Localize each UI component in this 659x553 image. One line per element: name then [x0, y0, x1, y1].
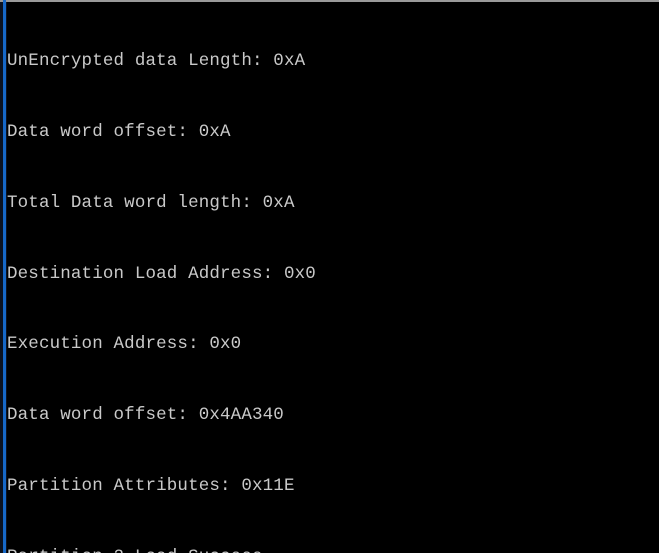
console-line: Partition Attributes: 0x11E: [7, 475, 295, 496]
console-line: Execution Address: 0x0: [7, 334, 242, 355]
terminal-scroll-accent-bar[interactable]: [3, 0, 6, 553]
console-line: Data word offset: 0x4AA340: [7, 405, 284, 426]
console-line: Data word offset: 0xA: [7, 121, 231, 142]
window-top-edge-rule: [0, 0, 659, 2]
console-line: Total Data word length: 0xA: [7, 192, 295, 213]
console-line: Destination Load Address: 0x0: [7, 263, 316, 284]
console-line: Partition 2 Load Success: [7, 546, 659, 553]
console-output[interactable]: UnEncrypted data Length: 0xA Data word o…: [7, 2, 659, 553]
terminal-window[interactable]: UnEncrypted data Length: 0xA Data word o…: [0, 0, 659, 553]
console-line: UnEncrypted data Length: 0xA: [7, 51, 306, 72]
